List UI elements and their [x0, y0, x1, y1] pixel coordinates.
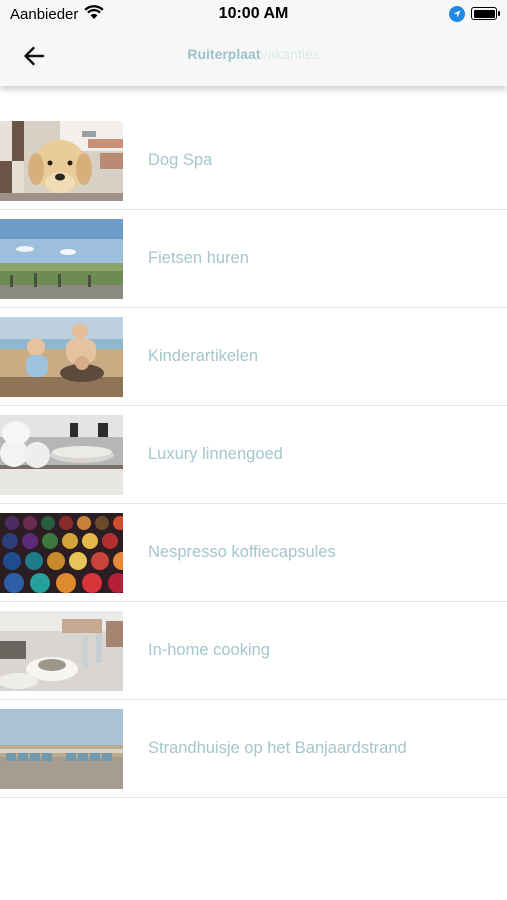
- beach-hut-thumbnail: [0, 709, 123, 789]
- item-label: Luxury linnengoed: [148, 445, 283, 463]
- list-item-fietsen-huren[interactable]: Fietsen huren: [0, 210, 507, 308]
- navigation-bar: Ruiterplaatvakanties: [0, 28, 507, 86]
- bike-rental-thumbnail: [0, 219, 123, 299]
- page-title: Ruiterplaatvakanties: [0, 46, 507, 62]
- battery-icon: [471, 7, 500, 20]
- item-label: Strandhuisje op het Banjaardstrand: [148, 739, 407, 757]
- dog-spa-thumbnail: [0, 121, 123, 201]
- list-item-strandhuisje[interactable]: Strandhuisje op het Banjaardstrand: [0, 700, 507, 798]
- item-label: In-home cooking: [148, 641, 270, 659]
- status-bar: Aanbieder 10:00 AM: [0, 0, 507, 28]
- list-item-nespresso[interactable]: Nespresso koffiecapsules: [0, 504, 507, 602]
- item-label: Fietsen huren: [148, 249, 249, 267]
- list-item-luxury-linnengoed[interactable]: Luxury linnengoed: [0, 406, 507, 504]
- title-suffix: vakanties: [260, 46, 320, 62]
- list-item-kinderartikelen[interactable]: Kinderartikelen: [0, 308, 507, 406]
- services-list: Dog Spa Fietsen huren Kinderartikelen Lu…: [0, 112, 507, 798]
- linen-thumbnail: [0, 415, 123, 495]
- item-label: Dog Spa: [148, 151, 213, 169]
- coffee-capsules-thumbnail: [0, 513, 123, 593]
- clock: 10:00 AM: [218, 5, 289, 22]
- item-label: Nespresso koffiecapsules: [148, 543, 336, 561]
- location-icon: [449, 6, 465, 22]
- cooking-thumbnail: [0, 611, 123, 691]
- list-item-in-home-cooking[interactable]: In-home cooking: [0, 602, 507, 700]
- item-label: Kinderartikelen: [148, 347, 259, 365]
- list-item-dog-spa[interactable]: Dog Spa: [0, 112, 507, 210]
- kids-items-thumbnail: [0, 317, 123, 397]
- title-brand: Ruiterplaat: [187, 46, 261, 62]
